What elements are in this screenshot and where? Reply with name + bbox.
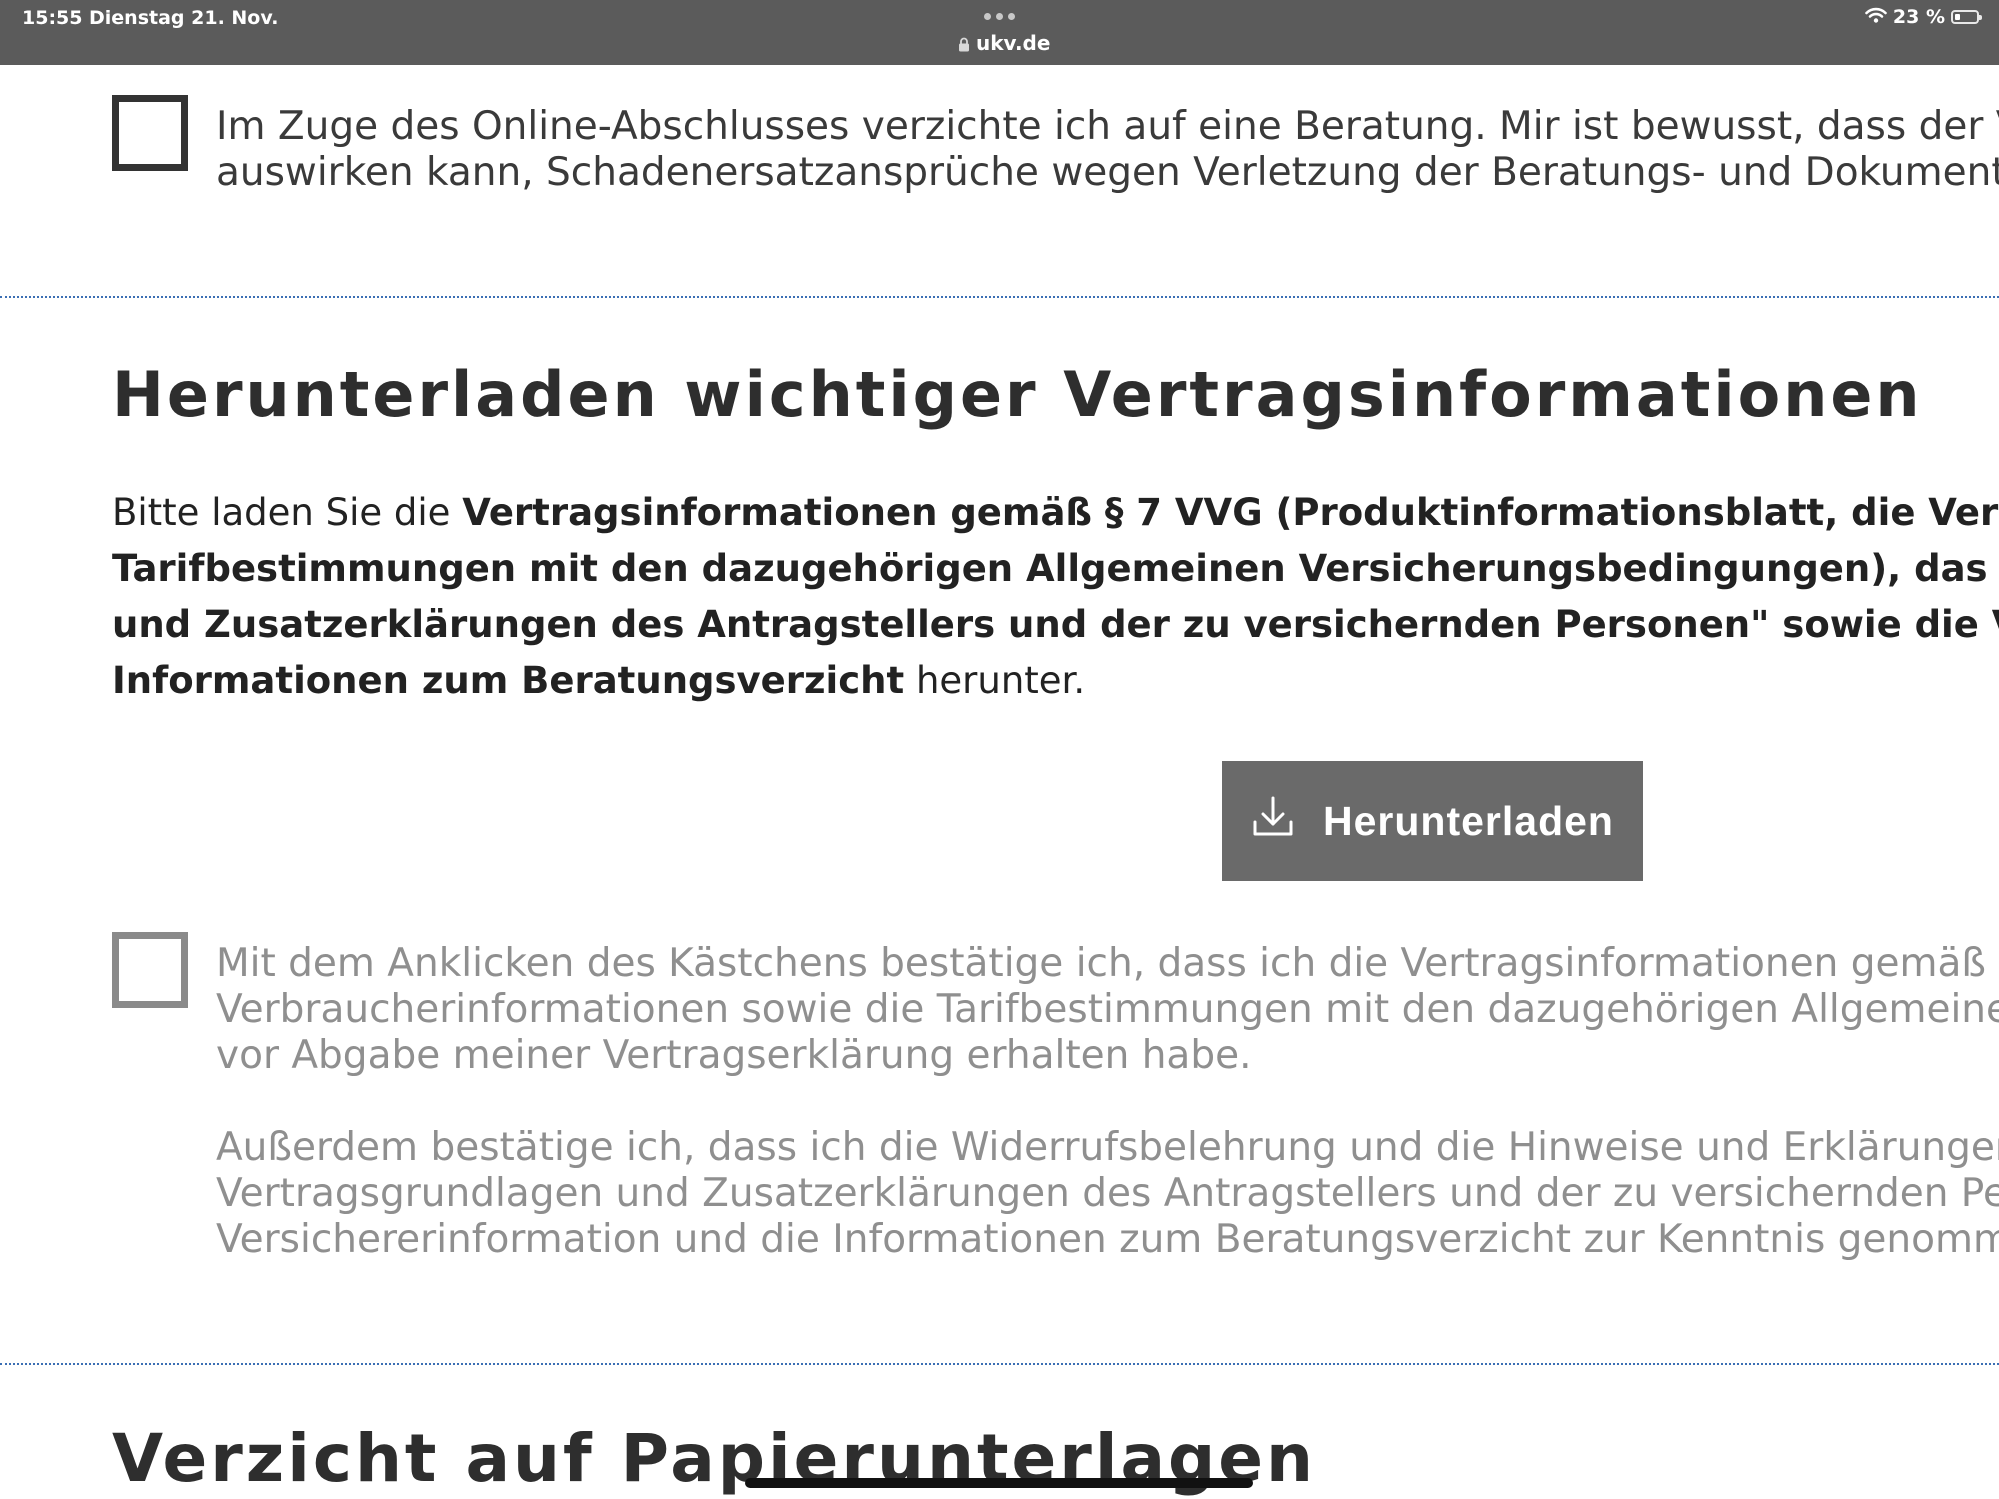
receipt-acknowledgement-text: Außerdem bestätige ich, dass ich die Wid…: [216, 1125, 1999, 1263]
download-button-label: Herunterladen: [1323, 797, 1614, 844]
address-bar[interactable]: ukv.de: [958, 31, 1050, 57]
advice-waiver-checkbox[interactable]: [112, 95, 188, 171]
instructions-line-4-normal: herunter.: [904, 659, 1086, 702]
status-time: 15:55: [22, 7, 83, 29]
receipt-p2-line-2: Vertragsgrundlagen und Zusatzerklärungen…: [216, 1171, 1999, 1216]
instructions-line-1-normal: Bitte laden Sie die: [112, 491, 463, 534]
status-indicators: 23 %: [1865, 6, 1982, 28]
section-divider: [0, 1363, 1999, 1365]
home-indicator-bar[interactable]: [745, 1478, 1253, 1488]
receipt-p2-line-1: Außerdem bestätige ich, dass ich die Wid…: [216, 1125, 1999, 1170]
receipt-p2-line-3: Versichererinformation und die Informati…: [216, 1217, 1999, 1262]
download-instructions: Bitte laden Sie die Vertragsinformatione…: [112, 485, 1999, 709]
receipt-p1-line-1: Mit dem Anklicken des Kästchens bestätig…: [216, 941, 1999, 986]
instructions-line-1-bold: Vertragsinformationen gemäß § 7 VVG (Pro…: [462, 491, 1999, 534]
status-date: Dienstag 21. Nov.: [89, 7, 279, 29]
download-section-heading: Herunterladen wichtiger Vertragsinformat…: [112, 358, 1923, 431]
receipt-confirmation-text: Mit dem Anklicken des Kästchens bestätig…: [216, 941, 1999, 1079]
battery-icon: [1951, 10, 1982, 24]
download-button[interactable]: Herunterladen: [1222, 761, 1643, 881]
receipt-p1-line-2: Verbraucherinformationen sowie die Tarif…: [216, 987, 1999, 1032]
lock-icon: [958, 33, 970, 57]
advice-waiver-text: Im Zuge des Online-Abschlusses verzichte…: [216, 104, 1999, 196]
wifi-icon: [1865, 6, 1887, 28]
url-text: ukv.de: [976, 31, 1051, 55]
instructions-line-4-bold: Informationen zum Beratungsverzicht: [112, 659, 905, 702]
receipt-confirmation-checkbox[interactable]: [112, 932, 188, 1008]
instructions-line-3: und Zusatzerklärungen des Antragstellers…: [112, 603, 1999, 646]
section-divider: [0, 296, 1999, 298]
instructions-line-2: Tarifbestimmungen mit den dazugehörigen …: [112, 547, 1999, 590]
advice-waiver-line-1: Im Zuge des Online-Abschlusses verzichte…: [216, 104, 1999, 149]
download-icon: [1251, 794, 1295, 848]
receipt-p1-line-3: vor Abgabe meiner Vertragserklärung erha…: [216, 1033, 1252, 1078]
multitask-dots-icon[interactable]: [984, 13, 1016, 21]
status-bar: 15:55 Dienstag 21. Nov. ukv.de 23 %: [0, 0, 1999, 65]
battery-percent: 23 %: [1892, 6, 1945, 28]
battery-fill: [1955, 14, 1960, 20]
advice-waiver-line-2: auswirken kann, Schadenersatzansprüche w…: [216, 150, 1999, 195]
